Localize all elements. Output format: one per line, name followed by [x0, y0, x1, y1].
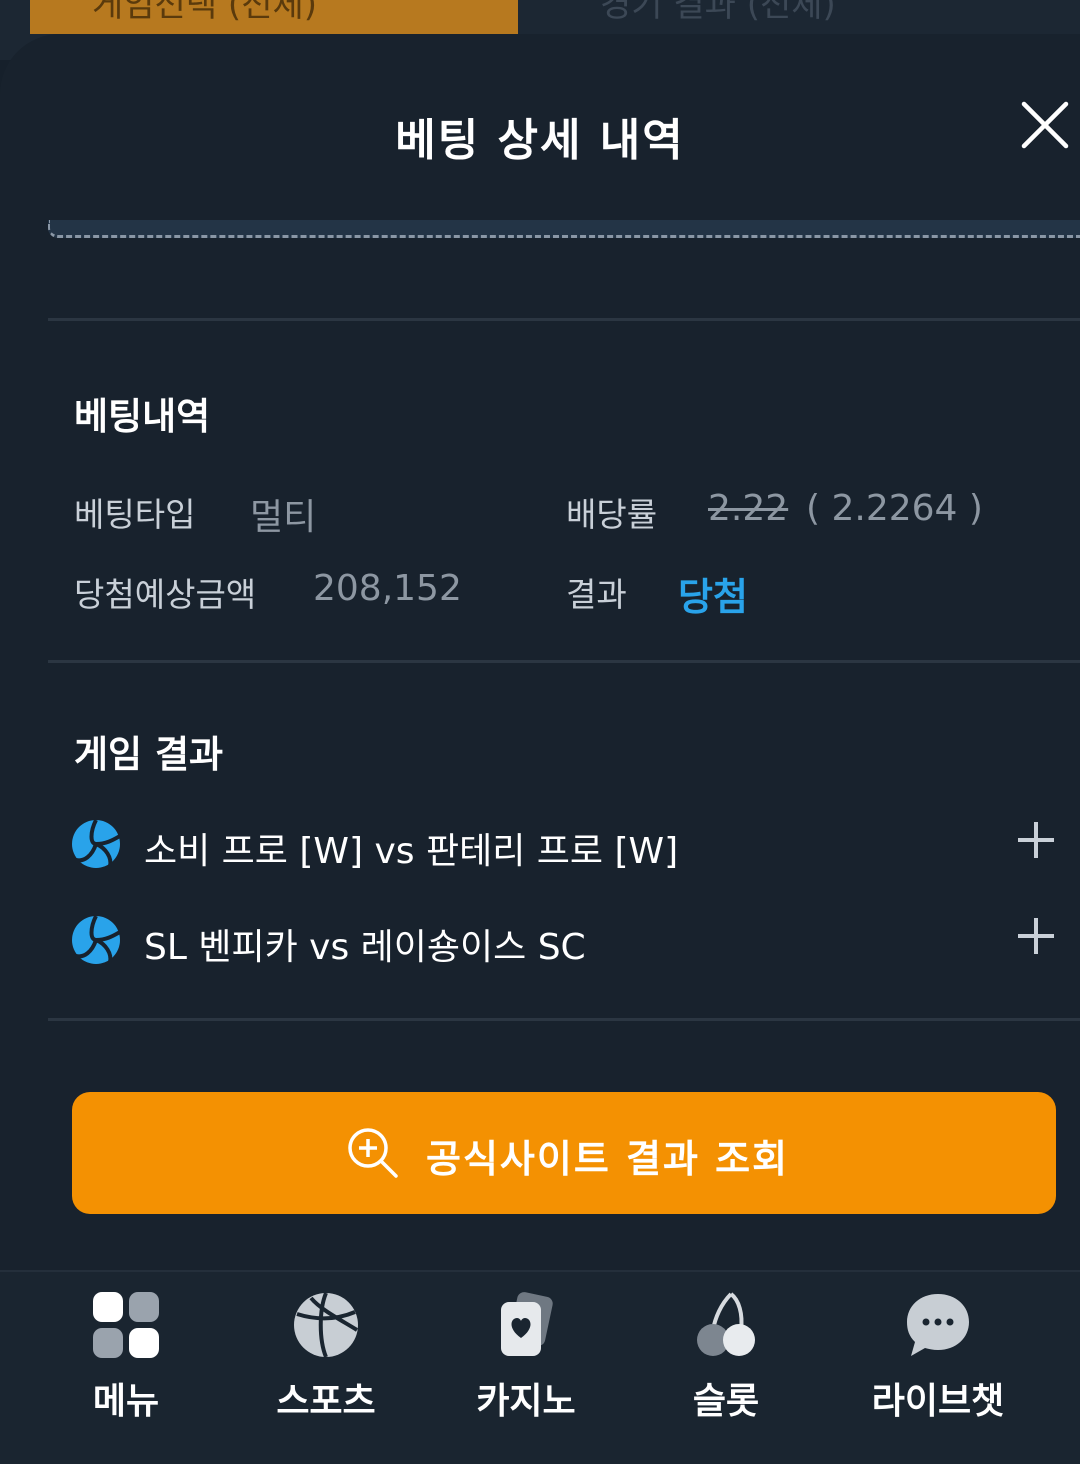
nav-menu[interactable]: 메뉴 — [26, 1290, 226, 1460]
bet-type-label: 베팅타입 — [74, 495, 196, 534]
volleyball-icon — [72, 915, 121, 964]
game-name: 소비 프로 [W] vs 판테리 프로 [W] — [144, 831, 679, 872]
zoom-in-icon — [348, 1128, 398, 1178]
bet-type-value: 멀티 — [250, 497, 317, 538]
cherry-icon — [697, 1292, 755, 1356]
ticket-edge — [48, 220, 1080, 238]
basketball-icon — [294, 1292, 359, 1358]
divider — [48, 660, 1080, 663]
odds-original: 2.22 — [708, 488, 789, 529]
nav-live-chat[interactable]: 라이브챗 — [838, 1290, 1038, 1460]
expected-payout-value: 208,152 — [313, 568, 462, 609]
nav-label: 메뉴 — [92, 1381, 160, 1422]
nav-label: 스포츠 — [276, 1381, 376, 1422]
divider — [48, 1018, 1080, 1021]
grid-icon — [93, 1292, 159, 1358]
divider — [48, 318, 1080, 321]
bet-detail-sheet: 베팅 상세 내역 베팅내역 베팅타입 멀티 배당률 2.22 ( 2.2264 … — [0, 34, 1080, 1274]
game-name: SL 벤피카 vs 레이숑이스 SC — [144, 927, 586, 968]
nav-label: 라이브챗 — [871, 1381, 1005, 1422]
volleyball-icon — [72, 819, 121, 868]
odds-actual: ( 2.2264 ) — [806, 488, 983, 529]
bottom-nav: 메뉴 스포츠 카지노 슬롯 라이브챗 — [0, 1270, 1080, 1464]
sheet-title: 베팅 상세 내역 — [395, 115, 685, 166]
game-row[interactable]: 소비 프로 [W] vs 판테리 프로 [W] — [70, 812, 1060, 882]
nav-slot[interactable]: 슬롯 — [626, 1290, 826, 1460]
nav-sports[interactable]: 스포츠 — [226, 1290, 426, 1460]
result-select-dropdown[interactable]: 경기 결과 (전체) — [600, 0, 1020, 34]
cards-icon — [501, 1292, 553, 1356]
nav-casino[interactable]: 카지노 — [426, 1290, 626, 1460]
close-icon[interactable] — [1018, 98, 1072, 152]
nav-label: 카지노 — [476, 1381, 576, 1422]
odds-label: 배당률 — [566, 495, 658, 534]
result-value: 당첨 — [678, 575, 748, 619]
official-result-button[interactable]: 공식사이트 결과 조회 — [72, 1092, 1056, 1214]
game-row[interactable]: SL 벤피카 vs 레이숑이스 SC — [70, 908, 1060, 978]
nav-label: 슬롯 — [692, 1381, 760, 1422]
game-select-dropdown[interactable]: 게임선택 (전체) — [30, 0, 518, 34]
result-label: 결과 — [566, 575, 627, 614]
game-results-title: 게임 결과 — [74, 733, 224, 776]
expand-plus-icon[interactable] — [1016, 820, 1056, 860]
official-result-label: 공식사이트 결과 조회 — [426, 1137, 790, 1181]
expected-payout-label: 당첨예상금액 — [74, 575, 257, 614]
chat-icon — [907, 1294, 969, 1356]
expand-plus-icon[interactable] — [1016, 916, 1056, 956]
bet-section-title: 베팅내역 — [74, 395, 211, 438]
